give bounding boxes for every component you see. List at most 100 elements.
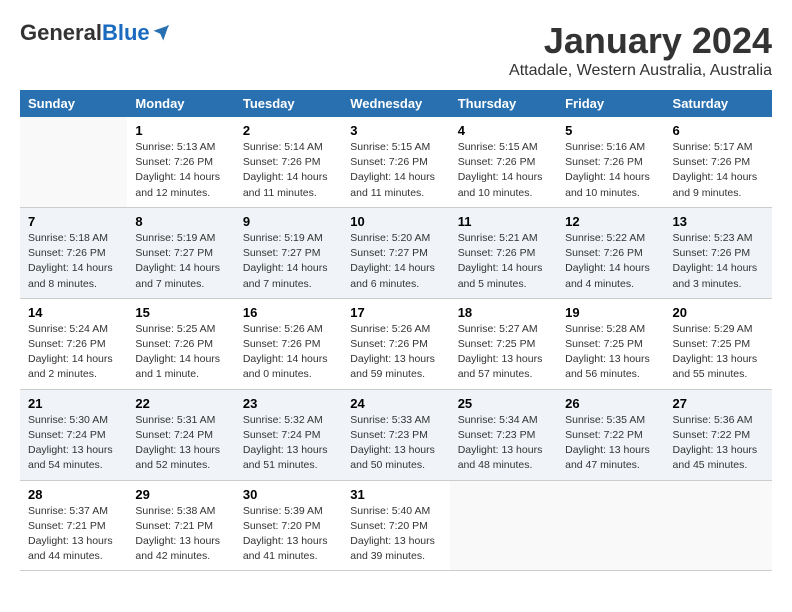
calendar-cell: 2Sunrise: 5:14 AM Sunset: 7:26 PM Daylig… [235, 117, 342, 207]
calendar-cell: 7 Sunrise: 5:18 AM Sunset: 7:26 PM Daylig… [20, 207, 127, 298]
calendar-cell: 9 Sunrise: 5:19 AM Sunset: 7:27 PM Daylig… [235, 207, 342, 298]
header-cell-sunday: Sunday [20, 90, 127, 117]
day-number: 11 [458, 214, 549, 229]
calendar-cell: 27 Sunrise: 5:36 AM Sunset: 7:22 PM Dayli… [665, 389, 772, 480]
cell-content: Sunrise: 5:37 AM Sunset: 7:21 PM Dayligh… [28, 504, 119, 565]
cell-content: Sunrise: 5:26 AM Sunset: 7:26 PM Dayligh… [243, 322, 334, 383]
calendar-cell: 6 Sunrise: 5:17 AM Sunset: 7:26 PM Daylig… [665, 117, 772, 207]
calendar-cell: 5Sunrise: 5:16 AM Sunset: 7:26 PM Daylig… [557, 117, 664, 207]
cell-content: Sunrise: 5:36 AM Sunset: 7:22 PM Dayligh… [673, 413, 764, 474]
cell-content: Sunrise: 5:39 AM Sunset: 7:20 PM Dayligh… [243, 504, 334, 565]
calendar-cell: 31 Sunrise: 5:40 AM Sunset: 7:20 PM Dayli… [342, 480, 449, 571]
cell-content: Sunrise: 5:20 AM Sunset: 7:27 PM Dayligh… [350, 231, 441, 292]
day-number: 4 [458, 123, 549, 138]
cell-content: Sunrise: 5:13 AM Sunset: 7:26 PM Dayligh… [135, 140, 226, 201]
calendar-cell: 23 Sunrise: 5:32 AM Sunset: 7:24 PM Dayli… [235, 389, 342, 480]
cell-content: Sunrise: 5:28 AM Sunset: 7:25 PM Dayligh… [565, 322, 656, 383]
logo-bird-icon [152, 24, 170, 42]
day-number: 30 [243, 487, 334, 502]
cell-content: Sunrise: 5:30 AM Sunset: 7:24 PM Dayligh… [28, 413, 119, 474]
calendar-cell: 20Sunrise: 5:29 AM Sunset: 7:25 PM Dayli… [665, 298, 772, 389]
day-number: 17 [350, 305, 441, 320]
calendar-cell: 26Sunrise: 5:35 AM Sunset: 7:22 PM Dayli… [557, 389, 664, 480]
week-row-3: 14Sunrise: 5:24 AM Sunset: 7:26 PM Dayli… [20, 298, 772, 389]
calendar-body: 1 Sunrise: 5:13 AM Sunset: 7:26 PM Daylig… [20, 117, 772, 571]
calendar-cell [20, 117, 127, 207]
day-number: 15 [135, 305, 226, 320]
cell-content: Sunrise: 5:18 AM Sunset: 7:26 PM Dayligh… [28, 231, 119, 292]
cell-content: Sunrise: 5:19 AM Sunset: 7:27 PM Dayligh… [135, 231, 226, 292]
calendar-cell: 10 Sunrise: 5:20 AM Sunset: 7:27 PM Dayli… [342, 207, 449, 298]
calendar-cell: 30 Sunrise: 5:39 AM Sunset: 7:20 PM Dayli… [235, 480, 342, 571]
week-row-4: 21 Sunrise: 5:30 AM Sunset: 7:24 PM Dayli… [20, 389, 772, 480]
cell-content: Sunrise: 5:34 AM Sunset: 7:23 PM Dayligh… [458, 413, 549, 474]
week-row-1: 1 Sunrise: 5:13 AM Sunset: 7:26 PM Daylig… [20, 117, 772, 207]
calendar-cell: 21 Sunrise: 5:30 AM Sunset: 7:24 PM Dayli… [20, 389, 127, 480]
day-number: 24 [350, 396, 441, 411]
header-cell-tuesday: Tuesday [235, 90, 342, 117]
cell-content: Sunrise: 5:32 AM Sunset: 7:24 PM Dayligh… [243, 413, 334, 474]
logo-general-text: General [20, 20, 102, 46]
page-header: GeneralBlue January 2024 Attadale, Weste… [20, 20, 772, 80]
day-number: 31 [350, 487, 441, 502]
day-number: 1 [135, 123, 226, 138]
day-number: 9 [243, 214, 334, 229]
day-number: 25 [458, 396, 549, 411]
header-row: SundayMondayTuesdayWednesdayThursdayFrid… [20, 90, 772, 117]
calendar-cell: 15 Sunrise: 5:25 AM Sunset: 7:26 PM Dayli… [127, 298, 234, 389]
header-cell-saturday: Saturday [665, 90, 772, 117]
calendar-cell: 24 Sunrise: 5:33 AM Sunset: 7:23 PM Dayli… [342, 389, 449, 480]
calendar-cell: 19 Sunrise: 5:28 AM Sunset: 7:25 PM Dayli… [557, 298, 664, 389]
cell-content: Sunrise: 5:17 AM Sunset: 7:26 PM Dayligh… [673, 140, 764, 201]
day-number: 18 [458, 305, 549, 320]
day-number: 16 [243, 305, 334, 320]
cell-content: Sunrise: 5:26 AM Sunset: 7:26 PM Dayligh… [350, 322, 441, 383]
day-number: 21 [28, 396, 119, 411]
calendar-cell: 11 Sunrise: 5:21 AM Sunset: 7:26 PM Dayli… [450, 207, 557, 298]
calendar-cell [665, 480, 772, 571]
header-cell-friday: Friday [557, 90, 664, 117]
day-number: 10 [350, 214, 441, 229]
day-number: 2 [243, 123, 334, 138]
location: Attadale, Western Australia, Australia [509, 62, 772, 80]
cell-content: Sunrise: 5:19 AM Sunset: 7:27 PM Dayligh… [243, 231, 334, 292]
day-number: 7 [28, 214, 119, 229]
calendar-cell: 1 Sunrise: 5:13 AM Sunset: 7:26 PM Daylig… [127, 117, 234, 207]
calendar-cell: 22Sunrise: 5:31 AM Sunset: 7:24 PM Dayli… [127, 389, 234, 480]
day-number: 19 [565, 305, 656, 320]
calendar-cell: 25 Sunrise: 5:34 AM Sunset: 7:23 PM Dayli… [450, 389, 557, 480]
day-number: 12 [565, 214, 656, 229]
cell-content: Sunrise: 5:27 AM Sunset: 7:25 PM Dayligh… [458, 322, 549, 383]
cell-content: Sunrise: 5:21 AM Sunset: 7:26 PM Dayligh… [458, 231, 549, 292]
day-number: 29 [135, 487, 226, 502]
calendar-cell [450, 480, 557, 571]
day-number: 23 [243, 396, 334, 411]
day-number: 26 [565, 396, 656, 411]
cell-content: Sunrise: 5:25 AM Sunset: 7:26 PM Dayligh… [135, 322, 226, 383]
header-cell-thursday: Thursday [450, 90, 557, 117]
cell-content: Sunrise: 5:40 AM Sunset: 7:20 PM Dayligh… [350, 504, 441, 565]
logo: GeneralBlue [20, 20, 170, 46]
calendar-cell: 12Sunrise: 5:22 AM Sunset: 7:26 PM Dayli… [557, 207, 664, 298]
calendar-cell: 16 Sunrise: 5:26 AM Sunset: 7:26 PM Dayli… [235, 298, 342, 389]
day-number: 8 [135, 214, 226, 229]
day-number: 14 [28, 305, 119, 320]
day-number: 28 [28, 487, 119, 502]
week-row-5: 28 Sunrise: 5:37 AM Sunset: 7:21 PM Dayli… [20, 480, 772, 571]
cell-content: Sunrise: 5:15 AM Sunset: 7:26 PM Dayligh… [458, 140, 549, 201]
calendar-cell: 3Sunrise: 5:15 AM Sunset: 7:26 PM Daylig… [342, 117, 449, 207]
calendar-cell: 14Sunrise: 5:24 AM Sunset: 7:26 PM Dayli… [20, 298, 127, 389]
header-cell-wednesday: Wednesday [342, 90, 449, 117]
calendar-cell: 18 Sunrise: 5:27 AM Sunset: 7:25 PM Dayli… [450, 298, 557, 389]
day-number: 27 [673, 396, 764, 411]
calendar-cell: 29 Sunrise: 5:38 AM Sunset: 7:21 PM Dayli… [127, 480, 234, 571]
cell-content: Sunrise: 5:38 AM Sunset: 7:21 PM Dayligh… [135, 504, 226, 565]
day-number: 3 [350, 123, 441, 138]
cell-content: Sunrise: 5:29 AM Sunset: 7:25 PM Dayligh… [673, 322, 764, 383]
calendar-cell: 13Sunrise: 5:23 AM Sunset: 7:26 PM Dayli… [665, 207, 772, 298]
cell-content: Sunrise: 5:33 AM Sunset: 7:23 PM Dayligh… [350, 413, 441, 474]
header-cell-monday: Monday [127, 90, 234, 117]
logo-blue-text: Blue [102, 20, 150, 46]
day-number: 6 [673, 123, 764, 138]
calendar-cell [557, 480, 664, 571]
